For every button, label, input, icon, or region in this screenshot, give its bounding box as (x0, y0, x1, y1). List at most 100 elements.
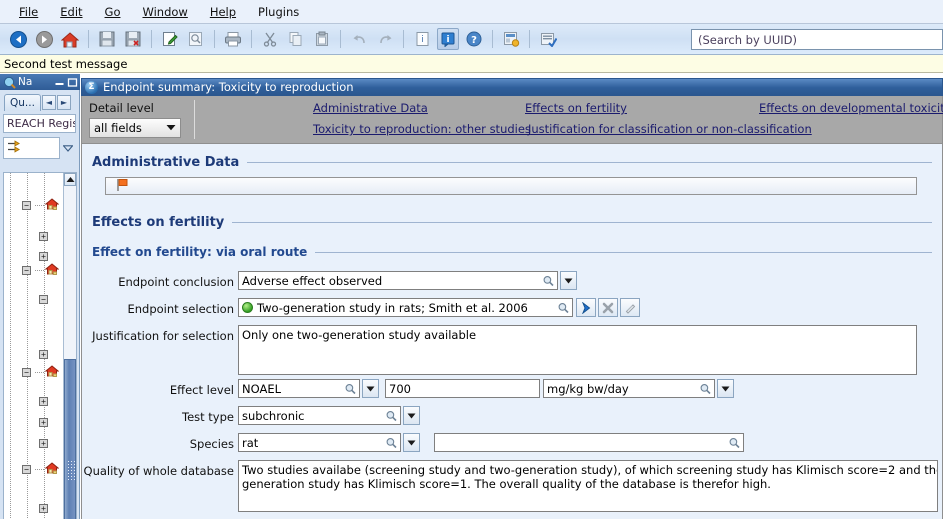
minimize-icon[interactable] (54, 77, 65, 88)
tree-toggle-collapse[interactable]: − (22, 368, 31, 377)
document-info-icon[interactable]: i (411, 28, 433, 50)
test-type-dropdown-icon[interactable] (403, 406, 420, 425)
edit-icon[interactable] (159, 28, 181, 50)
scrollbar-thumb[interactable] (64, 359, 76, 519)
endpoint-conclusion-input[interactable]: Adverse effect observed (238, 271, 558, 290)
magnifier-icon[interactable] (543, 275, 554, 286)
tree-vertical-scrollbar[interactable] (63, 173, 76, 519)
magnifier-icon[interactable] (386, 410, 397, 421)
home-icon[interactable] (59, 28, 81, 50)
magnifier-icon[interactable] (729, 437, 740, 448)
tree-endpoint-icon (44, 263, 60, 276)
document-tree[interactable]: − + + − − + − + + + − + (3, 172, 77, 519)
endpoint-selection-clear-button[interactable] (598, 298, 618, 317)
effect-level-unit-input[interactable]: mg/kg bw/day (543, 379, 715, 398)
copy-icon[interactable] (285, 28, 307, 50)
justification-for-selection-textarea[interactable]: Only one two-generation study available (238, 325, 917, 375)
tree-toggle-collapse[interactable]: − (22, 266, 31, 275)
help-icon[interactable]: ? (463, 28, 485, 50)
sigma-icon-glyph: Σ (88, 82, 95, 92)
dock-dataset-text: REACH Regis (7, 117, 76, 130)
paste-icon[interactable] (311, 28, 333, 50)
endpoint-selection-input[interactable]: Two-generation study in rats; Smith et a… (238, 298, 573, 317)
print-icon[interactable] (222, 28, 244, 50)
effect-level-unit-dropdown-icon[interactable] (717, 379, 734, 398)
validate-icon[interactable] (537, 28, 559, 50)
menu-file[interactable]: File (8, 2, 49, 22)
tab-scroll-next-label: ► (60, 98, 68, 107)
nav-link-toxicity-other-studies[interactable]: Toxicity to reproduction: other studies (313, 122, 531, 136)
menu-window[interactable]: Window (131, 2, 198, 22)
magnifier-icon[interactable] (700, 383, 711, 394)
quality-of-whole-database-textarea[interactable]: Two studies availabe (screening study an… (238, 460, 938, 512)
tree-toggle-expand[interactable]: + (39, 350, 48, 359)
tree-toggle-collapse[interactable]: − (22, 465, 31, 474)
species-strain-input[interactable] (434, 433, 744, 452)
magnifier-icon[interactable] (558, 302, 569, 313)
tab-scroll-prev-icon[interactable]: ◄ (41, 95, 56, 110)
endpoint-selection-value: Two-generation study in rats; Smith et a… (257, 300, 528, 315)
cut-icon[interactable] (259, 28, 281, 50)
test-type-value: subchronic (242, 408, 305, 423)
menu-plugins[interactable]: Plugins (247, 2, 310, 22)
undo-icon[interactable] (348, 28, 370, 50)
tree-toggle-collapse[interactable]: − (22, 201, 31, 210)
dock-tab-query[interactable]: Qu... (4, 94, 41, 111)
chevron-down-icon (166, 124, 176, 133)
dock-filter-dropdown-icon[interactable] (60, 137, 76, 159)
tree-toggle-expand[interactable]: + (39, 504, 48, 513)
species-dropdown-icon[interactable] (403, 433, 420, 452)
preview-icon[interactable] (185, 28, 207, 50)
navigation-dock-titlebar[interactable]: Na (0, 74, 80, 90)
endpoint-conclusion-dropdown-icon[interactable] (560, 271, 577, 290)
search-input[interactable]: (Search by UUID) (691, 29, 943, 50)
forward-icon[interactable] (33, 28, 55, 50)
endpoint-selection-go-button[interactable] (576, 298, 596, 317)
nav-link-justification-classification[interactable]: Justification for classification or non-… (528, 122, 812, 136)
section-administrative-data-title: Administrative Data (92, 155, 240, 170)
species-input[interactable]: rat (238, 433, 401, 452)
back-icon[interactable] (7, 28, 29, 50)
report-icon[interactable] (500, 28, 522, 50)
redo-icon[interactable] (374, 28, 396, 50)
tree-toggle-expand[interactable]: + (39, 439, 48, 448)
endpoint-selection-link-button[interactable] (620, 298, 640, 317)
effect-level-number-input[interactable]: 700 (385, 379, 540, 398)
svg-text:?: ? (471, 35, 477, 46)
scroll-up-icon[interactable] (64, 173, 76, 186)
dock-filter-input[interactable] (3, 137, 60, 159)
nav-link-effects-on-fertility[interactable]: Effects on fertility (525, 101, 627, 115)
magnifier-icon[interactable] (386, 437, 397, 448)
effect-level-type-dropdown-icon[interactable] (362, 379, 379, 398)
tree-toggle-collapse[interactable]: − (39, 295, 48, 304)
section-effects-on-fertility-title: Effects on fertility (92, 215, 225, 230)
nav-link-effects-on-developmental-toxicity[interactable]: Effects on developmental toxicity (759, 101, 943, 115)
magnifier-icon[interactable] (345, 383, 356, 394)
menu-help[interactable]: Help (199, 2, 247, 22)
tree-toggle-expand[interactable]: + (39, 252, 48, 261)
section-administrative-data: Administrative Data (92, 155, 932, 170)
detail-level-group: Detail level all fields (82, 96, 194, 143)
section-rule (315, 251, 932, 253)
menu-go[interactable]: Go (94, 2, 132, 22)
tree-toggle-expand[interactable]: + (39, 418, 48, 427)
menu-help-label: Help (209, 4, 237, 19)
effect-level-type-input[interactable]: NOAEL (238, 379, 360, 398)
test-type-input[interactable]: subchronic (238, 406, 401, 425)
tree-toggle-expand[interactable]: + (39, 397, 48, 406)
endpoint-summary-titlebar[interactable]: Σ Endpoint summary: Toxicity to reproduc… (81, 78, 943, 96)
menu-file-label: File (19, 4, 39, 19)
save-as-icon[interactable] (122, 28, 144, 50)
dock-filter-combo[interactable] (3, 137, 76, 159)
save-icon[interactable] (96, 28, 118, 50)
effect-level-number-value: 700 (389, 381, 411, 396)
section-links: Administrative Data Effects on fertility… (195, 96, 943, 143)
nav-link-administrative-data[interactable]: Administrative Data (313, 101, 428, 115)
administrative-flag-button[interactable] (105, 177, 917, 195)
detail-level-select[interactable]: all fields (89, 118, 181, 138)
field-info-icon[interactable]: i (437, 28, 459, 50)
tab-scroll-next-icon[interactable]: ► (56, 95, 71, 110)
menu-edit[interactable]: Edit (49, 2, 93, 22)
tree-toggle-expand[interactable]: + (39, 232, 48, 241)
restore-icon[interactable] (67, 77, 78, 88)
